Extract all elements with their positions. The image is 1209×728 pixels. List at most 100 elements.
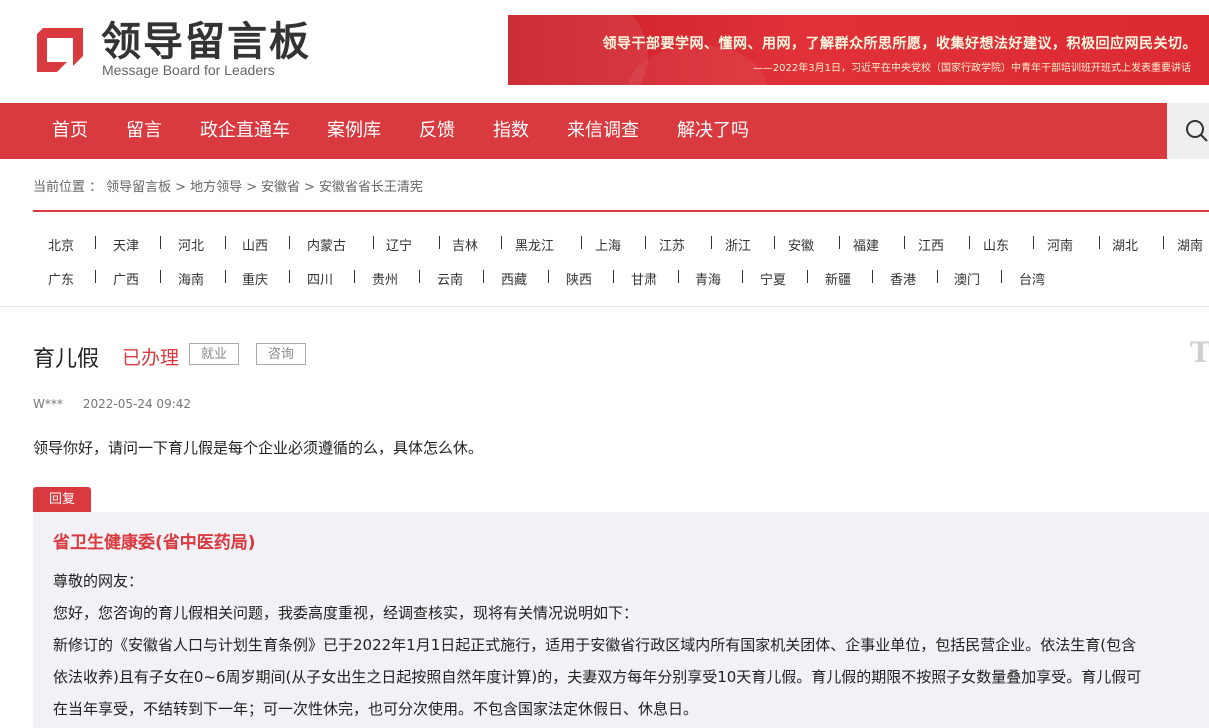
separator — [225, 270, 226, 283]
breadcrumb-current[interactable]: 安徽省省长王清宪 — [319, 180, 423, 195]
nav-item-solved[interactable]: 解决了吗 — [677, 103, 749, 159]
message-date: 2022-05-24 09:42 — [82, 397, 192, 411]
separator — [95, 236, 96, 249]
separator — [548, 270, 549, 283]
nav-item-survey[interactable]: 来信调查 — [567, 103, 639, 159]
separator — [581, 236, 582, 249]
province-link[interactable]: 湖南 — [1177, 235, 1203, 254]
search-icon — [1186, 120, 1208, 142]
province-link[interactable]: 贵州 — [372, 269, 398, 288]
province-link[interactable]: 北京 — [48, 235, 74, 254]
separator — [289, 236, 290, 249]
province-link[interactable]: 安徽 — [788, 235, 814, 254]
province-link[interactable]: 重庆 — [242, 269, 268, 288]
nav-item-index[interactable]: 指数 — [493, 103, 529, 159]
breadcrumb-separator: > — [246, 180, 257, 195]
province-link[interactable]: 澳门 — [954, 269, 980, 288]
reply-badge: 回复 — [33, 487, 91, 513]
province-link[interactable]: 新疆 — [825, 269, 851, 288]
province-link[interactable]: 宁夏 — [760, 269, 786, 288]
province-link[interactable]: 陕西 — [566, 269, 592, 288]
reply-organization: 省卫生健康委(省中医药局) — [53, 533, 256, 553]
separator — [483, 270, 484, 283]
province-link[interactable]: 云南 — [437, 269, 463, 288]
province-link[interactable]: 四川 — [307, 269, 333, 288]
province-link[interactable]: 江西 — [918, 235, 944, 254]
nav-item-home[interactable]: 首页 — [52, 103, 88, 159]
province-link[interactable]: 青海 — [695, 269, 721, 288]
province-link[interactable]: 辽宁 — [386, 235, 412, 254]
separator — [678, 270, 679, 283]
separator — [160, 236, 161, 249]
main-nav: 首页 留言 政企直通车 案例库 反馈 指数 来信调查 解决了吗 — [0, 103, 1167, 159]
nav-item-feedback[interactable]: 反馈 — [419, 103, 455, 159]
divider — [33, 210, 1209, 212]
separator — [1033, 236, 1034, 249]
separator — [501, 236, 502, 249]
separator — [742, 270, 743, 283]
province-link[interactable]: 广东 — [48, 269, 74, 288]
breadcrumb-separator: > — [175, 180, 187, 195]
reply-paragraph: 您好，您咨询的育儿假相关问题，我委高度重视，经调查核实，现将有关情况说明如下： — [53, 604, 639, 622]
province-link[interactable]: 甘肃 — [631, 269, 657, 288]
province-link[interactable]: 台湾 — [1019, 269, 1045, 288]
separator — [1001, 270, 1002, 283]
province-link[interactable]: 河北 — [178, 235, 204, 254]
reply-paragraph: 依法收养)且有子女在0~6周岁期间(从子女出生之日起按照自然年度计算)的，夫妻双… — [53, 668, 1142, 686]
separator — [969, 236, 970, 249]
tag-consult[interactable]: 咨询 — [256, 343, 306, 365]
province-link[interactable]: 山西 — [242, 235, 268, 254]
separator — [1099, 236, 1100, 249]
breadcrumb-link[interactable]: 地方领导 — [190, 180, 242, 195]
province-link[interactable]: 西藏 — [501, 269, 527, 288]
province-link[interactable]: 天津 — [113, 235, 139, 254]
separator — [289, 270, 290, 283]
message-author: W*** — [33, 397, 63, 411]
province-link[interactable]: 福建 — [853, 235, 879, 254]
separator — [354, 270, 355, 283]
banner-main-text: 领导干部要学网、懂网、用网，了解群众所思所愿，收集好想法好建议，积极回应网民关切… — [602, 36, 1197, 52]
province-link[interactable]: 内蒙古 — [307, 235, 346, 254]
reply-greeting: 尊敬的网友： — [53, 572, 144, 590]
nav-item-cases[interactable]: 案例库 — [327, 103, 381, 159]
logo-icon[interactable] — [33, 22, 93, 78]
province-link[interactable]: 海南 — [178, 269, 204, 288]
province-link[interactable]: 河南 — [1047, 235, 1073, 254]
separator — [774, 236, 775, 249]
province-link[interactable]: 山东 — [983, 235, 1009, 254]
province-link[interactable]: 广西 — [113, 269, 139, 288]
search-button[interactable] — [1167, 103, 1209, 159]
site-subtitle: Message Board for Leaders — [102, 62, 275, 78]
divider — [0, 306, 1209, 307]
province-link[interactable]: 吉林 — [452, 235, 478, 254]
province-link[interactable]: 上海 — [595, 235, 621, 254]
nav-item-enterprise[interactable]: 政企直通车 — [200, 103, 290, 159]
reply-paragraph: 在当年享受，不结转到下一年；可一次性休完，也可分次使用。不包含国家法定休假日、休… — [53, 700, 699, 718]
separator — [373, 236, 374, 249]
message-meta: W*** 2022-05-24 09:42 — [33, 397, 191, 411]
nav-item-message[interactable]: 留言 — [126, 103, 162, 159]
separator — [160, 270, 161, 283]
banner-quote-text: ——2022年3月1日，习近平在中央党校（国家行政学院）中青年干部培训班开班式上… — [752, 63, 1191, 74]
province-link[interactable]: 香港 — [890, 269, 916, 288]
site-title[interactable]: 领导留言板 — [101, 18, 311, 66]
font-size-icon[interactable]: T — [1190, 336, 1209, 369]
breadcrumb-link[interactable]: 领导留言板 — [106, 180, 171, 195]
separator — [225, 236, 226, 249]
separator — [439, 236, 440, 249]
tag-employment[interactable]: 就业 — [189, 343, 239, 365]
separator — [872, 270, 873, 283]
message-title: 育儿假 — [33, 347, 100, 372]
breadcrumb-link[interactable]: 安徽省 — [261, 180, 300, 195]
province-link[interactable]: 黑龙江 — [515, 235, 554, 254]
province-link[interactable]: 湖北 — [1112, 235, 1138, 254]
separator — [1163, 236, 1164, 249]
separator — [613, 270, 614, 283]
status-badge: 已办理 — [122, 347, 180, 369]
breadcrumb-prefix: 当前位置 ： — [33, 180, 103, 195]
separator — [419, 270, 420, 283]
province-link[interactable]: 江苏 — [659, 235, 685, 254]
province-link[interactable]: 浙江 — [725, 235, 751, 254]
reply-paragraph: 新修订的《安徽省人口与计划生育条例》已于2022年1月1日起正式施行，适用于安徽… — [53, 636, 1137, 654]
site-header: 领导留言板 Message Board for Leaders 领导干部要学网、… — [0, 0, 1209, 103]
